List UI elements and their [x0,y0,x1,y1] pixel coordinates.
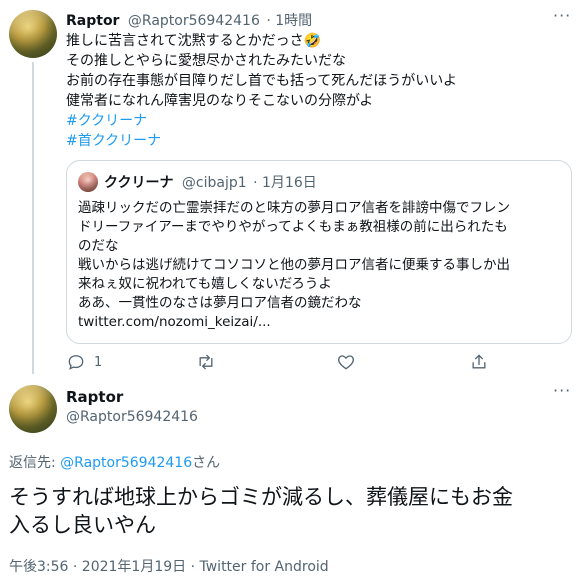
share-button[interactable] [469,352,489,376]
quote-link[interactable]: twitter.com/nozomi_keizai/... [78,313,510,332]
quote-avatar [78,172,98,192]
author-name[interactable]: Raptor [66,388,123,406]
retweet-icon [199,354,213,370]
replying-to-handle[interactable]: @Raptor56942416 [60,455,192,471]
reply-icon [68,355,84,370]
replying-to: 返信先: @Raptor56942416さん [9,452,220,472]
quote-author-name: ククリーナ [104,175,174,191]
quote-author-handle: @cibajp1 [181,175,247,191]
thread-line [32,62,34,374]
tweet-text: そうすれば地球上からゴミが減るし、葬儀屋にもお金 入るし良いやん [9,483,513,539]
tweet-text: 推しに苦言されて沈黙するとかだっさ🤣 その推しとやらに愛想尽かされたみたいだな … [66,31,457,151]
avatar[interactable] [9,10,57,58]
retweet-button[interactable] [196,352,216,376]
hashtag-link[interactable]: #首ククリーナ [66,131,457,151]
reply-button[interactable]: 1 [66,352,102,372]
like-button[interactable] [336,352,356,376]
hashtag-link[interactable]: #ククリーナ [66,111,457,131]
author-handle[interactable]: @Raptor56942416 [66,409,198,425]
tweet-text-line: お前の存在事態が目障りだし首でも括って死んだほうがいいよ [66,73,458,89]
tweet-header: Raptor @Raptor56942416 · 1時間 [66,10,312,30]
tweet-text-line: 入るし良いやん [9,513,156,537]
quoted-tweet[interactable]: ククリーナ @cibajp1 · 1月16日 過疎リックだの亡霊崇拝だのと味方の… [66,160,572,344]
quote-text-line: 来ねぇ奴に祝われても嬉しくないだろうよ [78,276,332,292]
author-name[interactable]: Raptor [66,13,119,29]
author-handle[interactable]: @Raptor56942416 [128,13,260,29]
quote-time: · 1月16日 [253,175,317,191]
tweet-text-line: その推しとやらに愛想尽かされたみたいだな [66,53,346,69]
tweet-text-line: 健常者になれん障害児のなりそこないの分際がよ [66,93,374,109]
replying-to-label: 返信先: [9,455,61,471]
tweet-text-line: そうすれば地球上からゴミが減るし、葬儀屋にもお金 [9,485,513,509]
replying-to-suffix: さん [192,455,221,471]
quote-text-line: のだな [78,238,119,254]
quote-text: 過疎リックだの亡霊崇拝だのと味方の夢月ロア信者を誹謗中傷でフレン ドリーファイア… [78,199,510,332]
tweet-text-line: 推しに苦言されて沈黙するとかだっさ🤣 [66,33,322,49]
quote-text-line: 過疎リックだの亡霊崇拝だのと味方の夢月ロア信者を誹謗中傷でフレン [78,200,510,216]
share-icon [472,354,486,369]
more-options-icon[interactable]: ··· [553,381,571,400]
reply-count: 1 [94,354,103,370]
heart-icon [338,355,354,370]
quote-text-line: 戦いからは逃げ続けてコソコソと他の夢月ロア信者に便乗する事しか出 [78,257,510,273]
tweet-timestamp[interactable]: 午後3:56 · 2021年1月19日 · Twitter for Androi… [9,556,329,576]
quote-text-line: ドリーファイアーまでやりやがってよくもまぁ教祖様の前に出られたも [78,219,508,235]
avatar[interactable] [9,385,57,433]
tweet-time[interactable]: · 1時間 [266,13,312,29]
quote-header: ククリーナ @cibajp1 · 1月16日 [104,172,317,192]
quote-text-line: ああ、一貫性のなさは夢月ロア信者の鏡だわな [78,295,362,311]
more-options-icon[interactable]: ··· [553,6,571,25]
